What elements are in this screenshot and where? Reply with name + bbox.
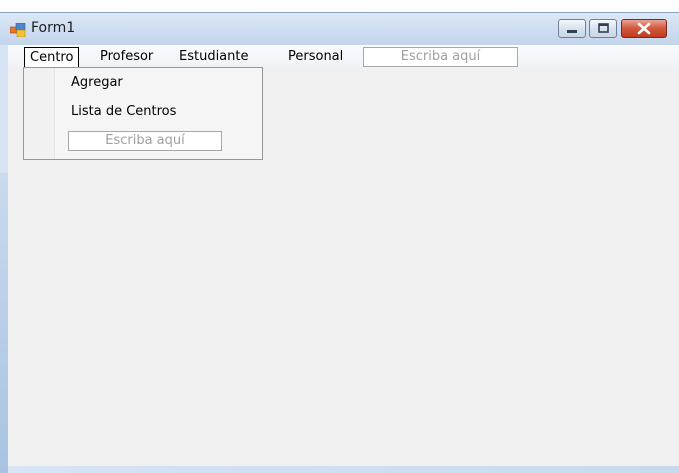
maximize-button[interactable] <box>589 19 617 38</box>
menu-item-centro[interactable]: Centro <box>24 47 80 68</box>
window-border <box>0 173 8 473</box>
form-client-area: Centro Profesor Estudiante Personal Escr… <box>8 45 679 466</box>
menu-option-agregar[interactable]: Agregar <box>71 75 123 90</box>
menu-strip: Centro Profesor Estudiante Personal Escr… <box>8 45 679 69</box>
menu-item-profesor[interactable]: Profesor <box>100 48 153 66</box>
maximize-icon <box>598 23 609 33</box>
menu-item-label: Estudiante <box>179 49 249 64</box>
window-title: Form1 <box>31 20 76 36</box>
menu-option-label: Lista de Centros <box>71 104 177 119</box>
centro-dropdown-menu: Agregar Lista de Centros Escriba aquí <box>23 67 263 160</box>
dropdown-type-here-input[interactable]: Escriba aquí <box>68 131 222 151</box>
menu-image-gutter <box>24 68 55 159</box>
minimize-icon <box>567 30 577 33</box>
form-app-icon <box>10 23 26 37</box>
menu-item-personal[interactable]: Personal <box>288 48 343 66</box>
menu-item-label: Personal <box>288 49 344 64</box>
title-bar[interactable]: Form1 <box>0 13 679 45</box>
menu-option-label: Agregar <box>71 75 123 90</box>
close-icon <box>637 22 651 35</box>
form-window: Form1 Centro Profesor Estudiante Persona… <box>0 12 679 473</box>
menu-item-label: Centro <box>30 50 74 65</box>
minimize-button[interactable] <box>558 19 586 38</box>
close-button[interactable] <box>621 19 667 38</box>
menu-item-estudiante[interactable]: Estudiante <box>179 48 249 66</box>
menu-type-here-input[interactable]: Escriba aquí <box>363 47 518 67</box>
menu-item-label: Profesor <box>100 49 154 64</box>
menu-option-lista-de-centros[interactable]: Lista de Centros <box>71 104 176 119</box>
